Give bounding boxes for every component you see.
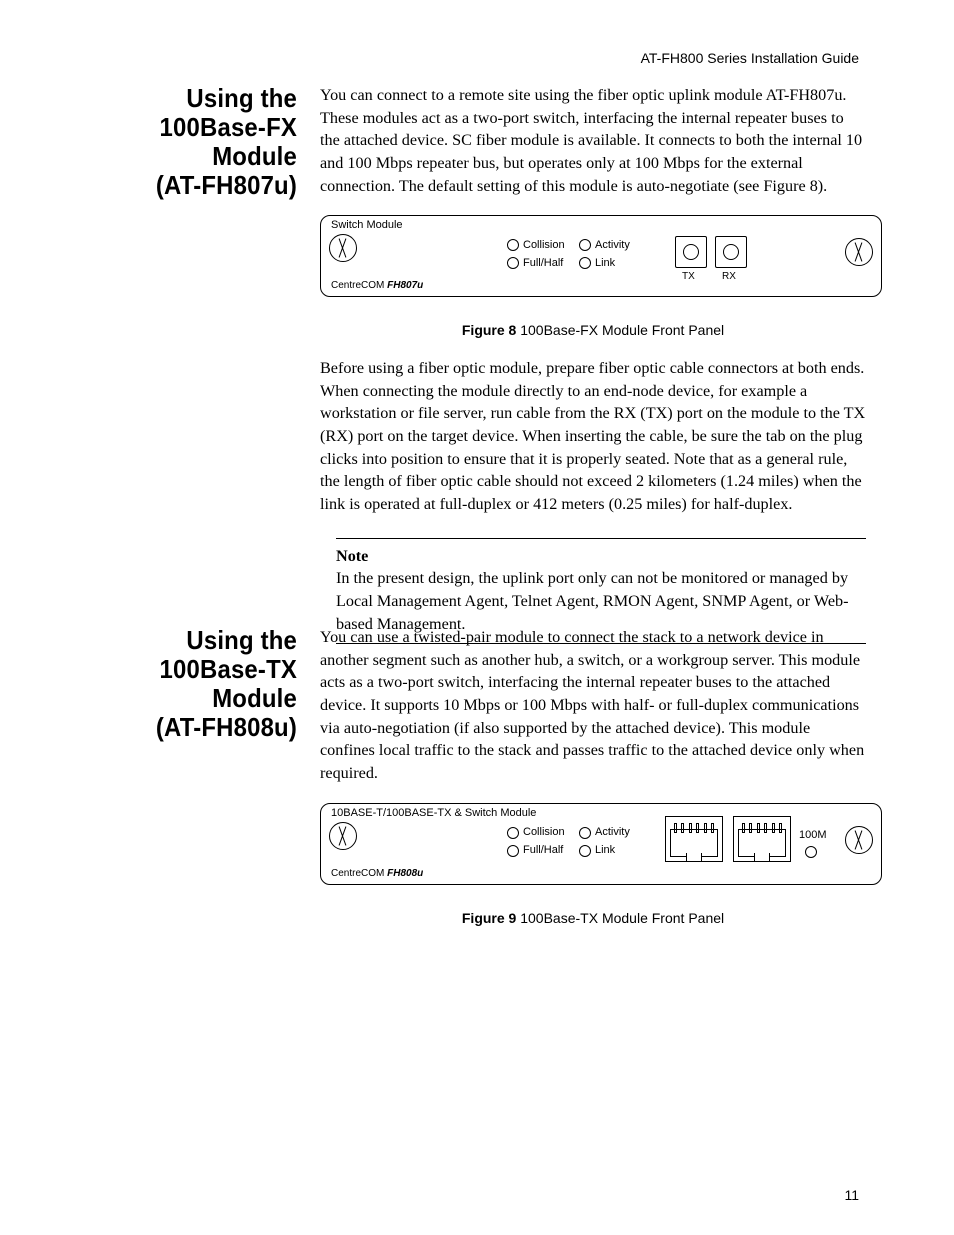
brand-prefix: CentreCOM <box>331 280 387 291</box>
heading-line: (AT-FH807u) <box>156 170 297 200</box>
led-icon <box>579 845 591 857</box>
port-label: TX <box>682 270 695 284</box>
figure-9-panel: 10BASE-T/100BASE-TX & Switch Module Coll… <box>320 803 882 885</box>
led-icon <box>507 845 519 857</box>
heading-line: 100Base-FX <box>160 112 297 142</box>
led-indicator-group: Collision Activity Full/Half Link <box>507 824 643 860</box>
brand-prefix: CentreCOM <box>331 868 387 879</box>
led-label: Link <box>595 843 643 858</box>
led-icon <box>507 239 519 251</box>
body-column: You can connect to a remote site using t… <box>320 84 866 644</box>
paragraph: You can use a twisted-pair module to con… <box>320 626 866 785</box>
speed-label: 100M <box>799 828 827 843</box>
panel-title: Switch Module <box>331 218 403 233</box>
led-label: Activity <box>595 825 643 840</box>
figure-9-caption: Figure 9 100Base-TX Module Front Panel <box>320 909 866 929</box>
screw-icon <box>329 822 357 850</box>
rj45-port <box>733 816 791 862</box>
section-tx-module: Using the 100Base-TX Module (AT-FH808u) … <box>72 626 866 944</box>
panel-title: 10BASE-T/100BASE-TX & Switch Module <box>331 806 536 821</box>
caption-text: 100Base-FX Module Front Panel <box>516 322 724 338</box>
screw-icon <box>329 234 357 262</box>
panel-brand: CentreCOM FH807u <box>331 279 423 293</box>
led-label: Full/Half <box>523 843 571 858</box>
led-indicator-group: Collision Activity Full/Half Link <box>507 236 643 272</box>
section-fx-module: Using the 100Base-FX Module (AT-FH807u) … <box>72 84 866 644</box>
caption-label: Figure 8 <box>462 322 516 338</box>
page: AT-FH800 Series Installation Guide Using… <box>0 0 954 1235</box>
figure-8-panel: Switch Module Collision Activity Full/Ha… <box>320 215 882 297</box>
screw-icon <box>845 826 873 854</box>
note-title: Note <box>336 545 866 568</box>
section-heading-tx: Using the 100Base-TX Module (AT-FH808u) <box>90 626 297 742</box>
section-heading-fx: Using the 100Base-FX Module (AT-FH807u) <box>90 84 297 200</box>
port-label: RX <box>722 270 736 284</box>
fiber-port-rx <box>715 236 747 268</box>
caption-text: 100Base-TX Module Front Panel <box>516 910 724 926</box>
body-column: You can use a twisted-pair module to con… <box>320 626 866 928</box>
led-label: Link <box>595 256 643 271</box>
heading-line: 100Base-TX <box>160 654 297 684</box>
brand-model: FH807u <box>387 280 423 291</box>
caption-label: Figure 9 <box>462 910 516 926</box>
heading-line: Module <box>212 141 297 171</box>
heading-line: Module <box>212 683 297 713</box>
page-number: 11 <box>844 1187 859 1203</box>
screw-icon <box>845 238 873 266</box>
led-icon <box>507 827 519 839</box>
rj45-port <box>665 816 723 862</box>
led-icon <box>579 257 591 269</box>
led-icon <box>507 257 519 269</box>
led-icon <box>579 239 591 251</box>
led-label: Activity <box>595 238 643 253</box>
heading-line: (AT-FH808u) <box>156 712 297 742</box>
paragraph: You can connect to a remote site using t… <box>320 84 866 197</box>
led-label: Collision <box>523 238 571 253</box>
led-label: Full/Half <box>523 256 571 271</box>
panel-brand: CentreCOM FH808u <box>331 867 423 881</box>
figure-8-caption: Figure 8 100Base-FX Module Front Panel <box>320 321 866 341</box>
fiber-port-tx <box>675 236 707 268</box>
heading-line: Using the <box>186 625 297 655</box>
running-header: AT-FH800 Series Installation Guide <box>641 50 859 66</box>
led-label: Collision <box>523 825 571 840</box>
led-icon <box>805 846 817 858</box>
brand-model: FH808u <box>387 868 423 879</box>
led-icon <box>579 827 591 839</box>
paragraph: Before using a fiber optic module, prepa… <box>320 357 866 516</box>
heading-line: Using the <box>186 83 297 113</box>
